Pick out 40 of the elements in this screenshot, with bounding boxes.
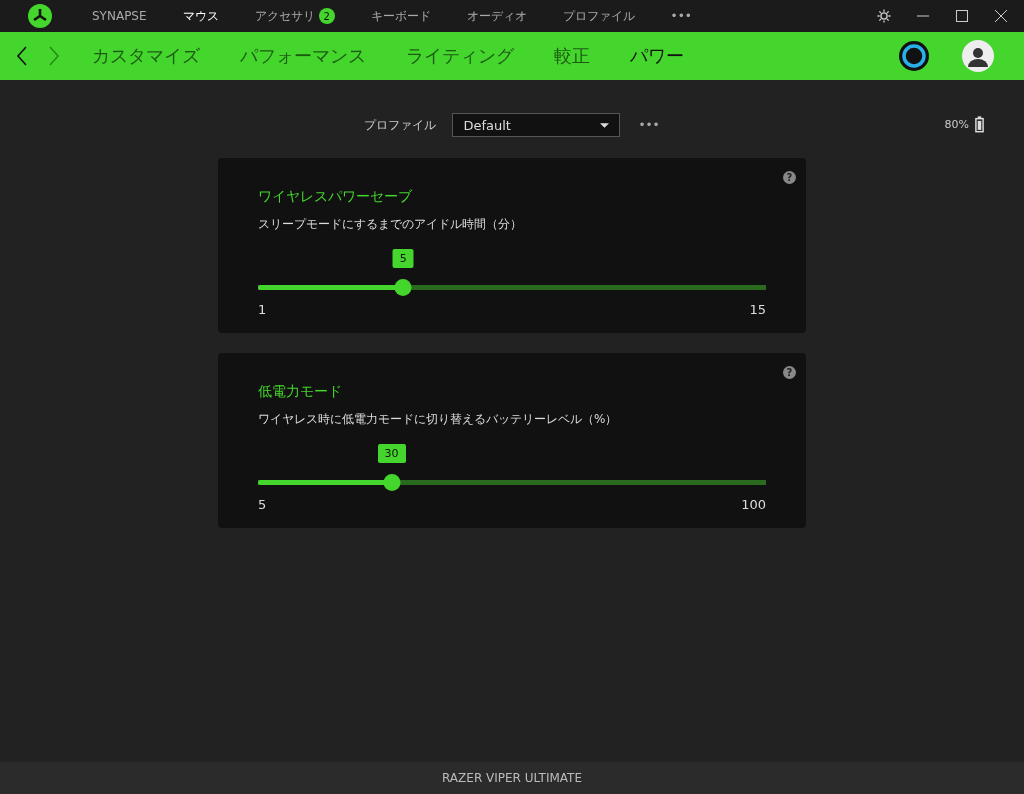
ring-icon[interactable] <box>898 40 930 72</box>
slider-thumb[interactable] <box>383 474 401 491</box>
settings-icon[interactable] <box>877 9 891 23</box>
battery-reading: 80% <box>944 118 969 131</box>
nav-tab[interactable]: オーディオ <box>466 7 527 25</box>
panel-title: ワイヤレスパワーセーブ <box>258 188 413 206</box>
nav-tab[interactable]: SYNAPSE <box>92 9 147 23</box>
help-button[interactable]: ? <box>783 366 796 379</box>
panel-title: 低電力モード <box>258 383 343 401</box>
value-tooltip: 30 <box>377 444 406 463</box>
help-button[interactable]: ? <box>783 171 796 184</box>
nav-tab[interactable]: マウス <box>182 7 219 25</box>
max-label: 100 <box>741 497 766 512</box>
panel-description: ワイヤレス時に低電力モードに切り替えるバッテリーレベル（%） <box>258 411 619 428</box>
section-tab[interactable]: パフォーマンス <box>240 44 366 68</box>
slider-thumb[interactable] <box>394 279 412 296</box>
profile-dropdown[interactable]: Default <box>452 113 621 137</box>
value-tooltip: 5 <box>392 249 414 268</box>
close-icon[interactable] <box>994 9 1008 23</box>
caret-icon <box>600 122 610 128</box>
section-tab[interactable]: パワー <box>630 44 684 68</box>
battery-icon <box>975 116 984 133</box>
max-label: 15 <box>749 302 766 317</box>
avatar-icon[interactable] <box>962 40 994 72</box>
section-tab[interactable]: カスタマイズ <box>92 44 200 68</box>
section-tab[interactable]: 較正 <box>554 44 590 68</box>
nav-tab[interactable]: アクセサリ <box>254 7 315 25</box>
min-label: 5 <box>258 497 267 512</box>
device-name: RAZER VIPER ULTIMATE <box>442 771 582 785</box>
section-tab[interactable]: ライティング <box>406 44 514 68</box>
min-label: 1 <box>258 302 267 317</box>
maximize-icon[interactable] <box>955 9 969 23</box>
nav-tab[interactable]: ••• <box>670 9 692 23</box>
nav-tab[interactable]: キーボード <box>370 7 431 25</box>
panel-description: スリープモードにするまでのアイドル時間（分） <box>258 216 523 233</box>
nav-tab[interactable]: プロファイル <box>562 7 635 25</box>
logo-icon <box>28 4 52 28</box>
profile-label: プロファイル <box>364 116 437 134</box>
more-button[interactable]: ••• <box>638 118 660 132</box>
count-badge: 2 <box>318 8 335 24</box>
